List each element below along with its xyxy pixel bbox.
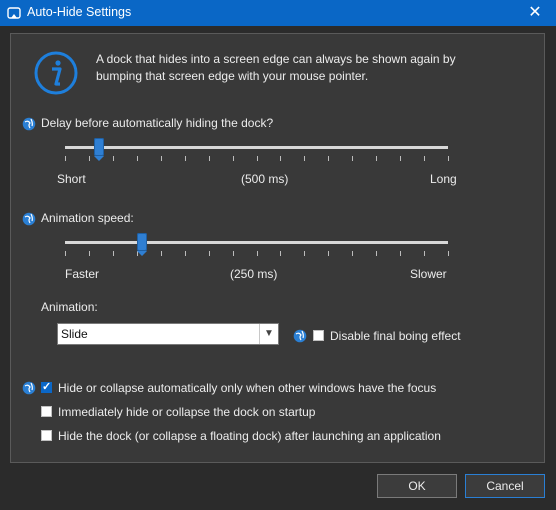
- slider-tick: [400, 251, 401, 256]
- info-icon: [34, 51, 78, 95]
- launch-hide-label[interactable]: Hide the dock (or collapse a floating do…: [58, 429, 441, 443]
- launch-hide-checkbox[interactable]: [41, 430, 52, 441]
- slider-tick: [233, 251, 234, 256]
- animation-dropdown[interactable]: Slide ▼: [57, 323, 279, 345]
- disable-boing-checkbox[interactable]: [313, 330, 324, 341]
- slider-tick: [137, 156, 138, 161]
- slider-tick: [352, 156, 353, 161]
- disable-boing-label[interactable]: Disable final boing effect: [330, 329, 461, 343]
- speed-slider-track[interactable]: [65, 241, 448, 244]
- slider-tick: [352, 251, 353, 256]
- startup-hide-label[interactable]: Immediately hide or collapse the dock on…: [58, 405, 315, 419]
- slider-tick: [89, 156, 90, 161]
- animation-label: Animation:: [41, 300, 98, 314]
- delay-value-label: (500 ms): [241, 172, 289, 186]
- focus-hide-label[interactable]: Hide or collapse automatically only when…: [58, 381, 436, 395]
- window-title: Auto-Hide Settings: [27, 5, 132, 19]
- app-icon: [7, 7, 21, 19]
- slider-tick: [185, 156, 186, 161]
- help-globe-icon[interactable]: [22, 117, 36, 131]
- slider-tick: [328, 156, 329, 161]
- slider-tick: [304, 251, 305, 256]
- slider-tick: [424, 251, 425, 256]
- slider-tick: [113, 251, 114, 256]
- slider-tick: [65, 156, 66, 161]
- slider-tick: [161, 251, 162, 256]
- help-globe-icon[interactable]: [293, 329, 307, 343]
- focus-hide-checkbox[interactable]: [41, 380, 52, 393]
- help-globe-icon[interactable]: [22, 212, 36, 226]
- delay-min-label: Short: [57, 172, 86, 186]
- animation-selected-value: Slide: [61, 327, 88, 341]
- slider-tick: [304, 156, 305, 161]
- info-text: A dock that hides into a screen edge can…: [96, 52, 456, 83]
- slider-tick: [424, 156, 425, 161]
- slider-tick: [257, 251, 258, 256]
- help-globe-icon[interactable]: [22, 381, 36, 395]
- slider-tick: [65, 251, 66, 256]
- slider-tick: [257, 156, 258, 161]
- slider-tick: [376, 251, 377, 256]
- speed-label: Animation speed:: [41, 211, 134, 225]
- speed-slider-thumb[interactable]: [137, 233, 147, 256]
- delay-slider-track[interactable]: [65, 146, 448, 149]
- settings-panel: [10, 33, 545, 463]
- slider-tick: [209, 156, 210, 161]
- chevron-down-icon[interactable]: ▼: [259, 324, 278, 344]
- slider-tick: [448, 251, 449, 256]
- delay-label: Delay before automatically hiding the do…: [41, 116, 274, 130]
- slider-tick: [113, 156, 114, 161]
- slider-tick: [209, 251, 210, 256]
- slider-tick: [233, 156, 234, 161]
- delay-max-label: Long: [430, 172, 457, 186]
- speed-max-label: Slower: [410, 267, 447, 281]
- startup-hide-checkbox[interactable]: [41, 406, 52, 417]
- speed-min-label: Faster: [65, 267, 100, 281]
- slider-tick: [185, 251, 186, 256]
- slider-tick: [280, 156, 281, 161]
- speed-value-label: (250 ms): [230, 267, 278, 281]
- close-icon[interactable]: ✕: [528, 4, 541, 21]
- slider-tick: [376, 156, 377, 161]
- close-button[interactable]: ✕: [524, 2, 546, 24]
- slider-tick: [280, 251, 281, 256]
- slider-tick: [448, 156, 449, 161]
- slider-tick: [400, 156, 401, 161]
- delay-slider-thumb[interactable]: [94, 138, 104, 161]
- slider-tick: [161, 156, 162, 161]
- ok-button[interactable]: OK: [377, 474, 457, 498]
- slider-tick: [328, 251, 329, 256]
- cancel-button[interactable]: Cancel: [465, 474, 545, 498]
- slider-tick: [89, 251, 90, 256]
